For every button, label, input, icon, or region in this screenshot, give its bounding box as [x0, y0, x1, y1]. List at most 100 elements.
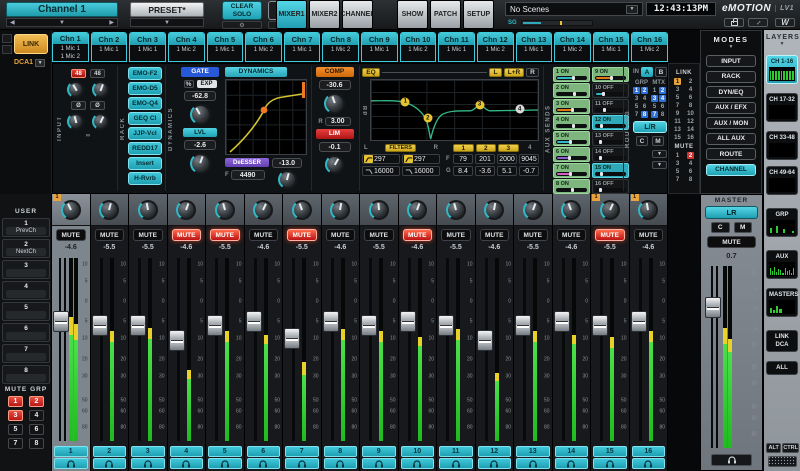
- fader-track[interactable]: [367, 258, 374, 441]
- eq-band-1-freq[interactable]: 79: [453, 154, 473, 164]
- grp-assign-4[interactable]: 4: [641, 95, 648, 102]
- hpf-right[interactable]: 297: [402, 154, 440, 164]
- routing-a-button[interactable]: A: [641, 67, 653, 77]
- headphone-button[interactable]: [478, 458, 512, 469]
- routing-dropdown-1[interactable]: ▼: [652, 150, 667, 158]
- headphone-button[interactable]: [555, 458, 589, 469]
- aux-send-slider[interactable]: [595, 172, 626, 176]
- master-fader-track[interactable]: [711, 266, 718, 448]
- channel-tab-2[interactable]: Chn 21 Mic 1: [91, 32, 128, 62]
- headphone-button[interactable]: [516, 458, 550, 469]
- aux-send-slider[interactable]: [556, 188, 587, 192]
- aux-send-slider[interactable]: [556, 76, 587, 80]
- aux-send-slider[interactable]: [595, 124, 626, 128]
- mute-button[interactable]: MUTE: [518, 229, 548, 241]
- mute-grp-button-3[interactable]: 3: [8, 410, 23, 421]
- gate-lvl-value[interactable]: -2.6: [184, 140, 216, 150]
- mute-grp-button-8[interactable]: 8: [29, 438, 44, 449]
- ctrl-button[interactable]: CTRL: [782, 443, 799, 453]
- eq-mode-r-button[interactable]: R: [526, 68, 539, 77]
- channel-number[interactable]: 6: [247, 446, 281, 457]
- mute-button[interactable]: MUTE: [557, 229, 587, 241]
- pan-knob[interactable]: [61, 200, 81, 220]
- fader-cap[interactable]: [361, 315, 377, 336]
- layer-ch-33-48[interactable]: CH 33-48: [766, 131, 798, 160]
- fader-track[interactable]: [444, 258, 451, 441]
- fader-track[interactable]: [252, 258, 259, 441]
- eq-band-4-gain[interactable]: -0.7: [519, 166, 539, 176]
- aux-send-slider[interactable]: [556, 140, 587, 144]
- eq-mode-l-button[interactable]: L: [489, 68, 502, 77]
- grp-assign-2[interactable]: 2: [641, 87, 648, 94]
- mute-grp-button-5[interactable]: 5: [8, 424, 23, 435]
- mtx-assign-2[interactable]: 2: [659, 87, 666, 94]
- master-c-button[interactable]: C: [711, 222, 730, 233]
- mute-group-7[interactable]: 7: [674, 176, 681, 183]
- pan-knob[interactable]: [600, 200, 620, 220]
- fader-cap[interactable]: [400, 311, 416, 332]
- mute-grp-button-6[interactable]: 6: [29, 424, 44, 435]
- master-lr-button[interactable]: LR: [705, 206, 758, 219]
- fader-track[interactable]: [290, 258, 297, 441]
- mute-button[interactable]: MUTE: [172, 229, 202, 241]
- aux-send-slider[interactable]: [595, 156, 626, 160]
- phase-button-1[interactable]: Ø: [71, 101, 86, 110]
- mtx-assign-7[interactable]: 7: [651, 111, 658, 118]
- grp-assign-3[interactable]: 3: [633, 95, 640, 102]
- layer-ch-49-64[interactable]: CH 49-64: [766, 166, 798, 195]
- eq-band-4-freq[interactable]: 9045: [519, 154, 539, 164]
- aux-send-slider[interactable]: [595, 188, 626, 192]
- deesser-button[interactable]: DeESSER: [225, 158, 269, 167]
- channel-tab-1[interactable]: Chn 11 Mic 11 Mic 2: [52, 32, 89, 62]
- app-tab-patch[interactable]: PATCH: [430, 0, 461, 29]
- master-mute-button[interactable]: MUTE: [707, 236, 756, 248]
- fader-cap[interactable]: [284, 328, 300, 349]
- pan-knob[interactable]: [215, 200, 235, 220]
- fader-cap[interactable]: [92, 315, 108, 336]
- aux-send-5[interactable]: 5 ON: [553, 131, 590, 146]
- fader-cap[interactable]: [169, 330, 185, 351]
- pan-knob[interactable]: [407, 200, 427, 220]
- clear-solo-settings-gear-icon[interactable]: ⚙: [222, 21, 262, 29]
- mute-group-1[interactable]: 1: [674, 152, 681, 159]
- rack-slot-5[interactable]: JJP-Vcl: [128, 127, 162, 140]
- mute-group-2[interactable]: 2: [687, 152, 694, 159]
- mtx-assign-1[interactable]: 1: [651, 87, 658, 94]
- user-button-1[interactable]: 1PrevCh: [2, 218, 50, 237]
- routing-lr-button[interactable]: L/R: [633, 121, 667, 133]
- headphone-button[interactable]: [170, 458, 204, 469]
- waves-button[interactable]: W: [775, 18, 795, 27]
- mode-aux-efx[interactable]: AUX / EFX: [706, 102, 756, 114]
- mute-group-3[interactable]: 3: [674, 160, 681, 167]
- mute-button[interactable]: MUTE: [364, 229, 394, 241]
- mode-route[interactable]: ROUTE: [706, 148, 756, 160]
- link-group-13[interactable]: 13: [674, 126, 681, 133]
- mute-button[interactable]: MUTE: [133, 229, 163, 241]
- channel-number[interactable]: 1: [54, 446, 88, 457]
- aux-send-4[interactable]: 4 ON: [553, 115, 590, 130]
- eq-band-3-freq[interactable]: 2000: [497, 154, 517, 164]
- channel-tab-15[interactable]: Chn 151 Mic 1: [593, 32, 630, 62]
- mode-dyn-eq[interactable]: DYN/EQ: [706, 86, 756, 98]
- mtx-assign-6[interactable]: 6: [659, 103, 666, 110]
- user-button-2[interactable]: 2NextCh: [2, 239, 50, 258]
- headphone-button[interactable]: [93, 458, 127, 469]
- fader-track[interactable]: [406, 258, 413, 441]
- mute-grp-button-7[interactable]: 7: [8, 438, 23, 449]
- channel-tab-5[interactable]: Chn 51 Mic 1: [207, 32, 244, 62]
- eq-band-4-header[interactable]: 4: [521, 144, 540, 152]
- eq-band-2-dot[interactable]: 2: [423, 114, 432, 123]
- headphone-button[interactable]: [439, 458, 473, 469]
- mtx-assign-4[interactable]: 4: [659, 95, 666, 102]
- fader-cap[interactable]: [130, 315, 146, 336]
- channel-tab-7[interactable]: Chn 71 Mic 1: [284, 32, 321, 62]
- channel-number[interactable]: 10: [401, 446, 435, 457]
- mute-button[interactable]: MUTE: [595, 229, 625, 241]
- mute-grp-button-1[interactable]: 1: [8, 396, 23, 407]
- channel-tab-9[interactable]: Chn 91 Mic 1: [361, 32, 398, 62]
- grp-assign-1[interactable]: 1: [633, 87, 640, 94]
- mute-button[interactable]: MUTE: [403, 229, 433, 241]
- master-fader-cap[interactable]: [705, 297, 721, 318]
- fader-cap[interactable]: [477, 330, 493, 351]
- aux-send-slider[interactable]: [556, 156, 587, 160]
